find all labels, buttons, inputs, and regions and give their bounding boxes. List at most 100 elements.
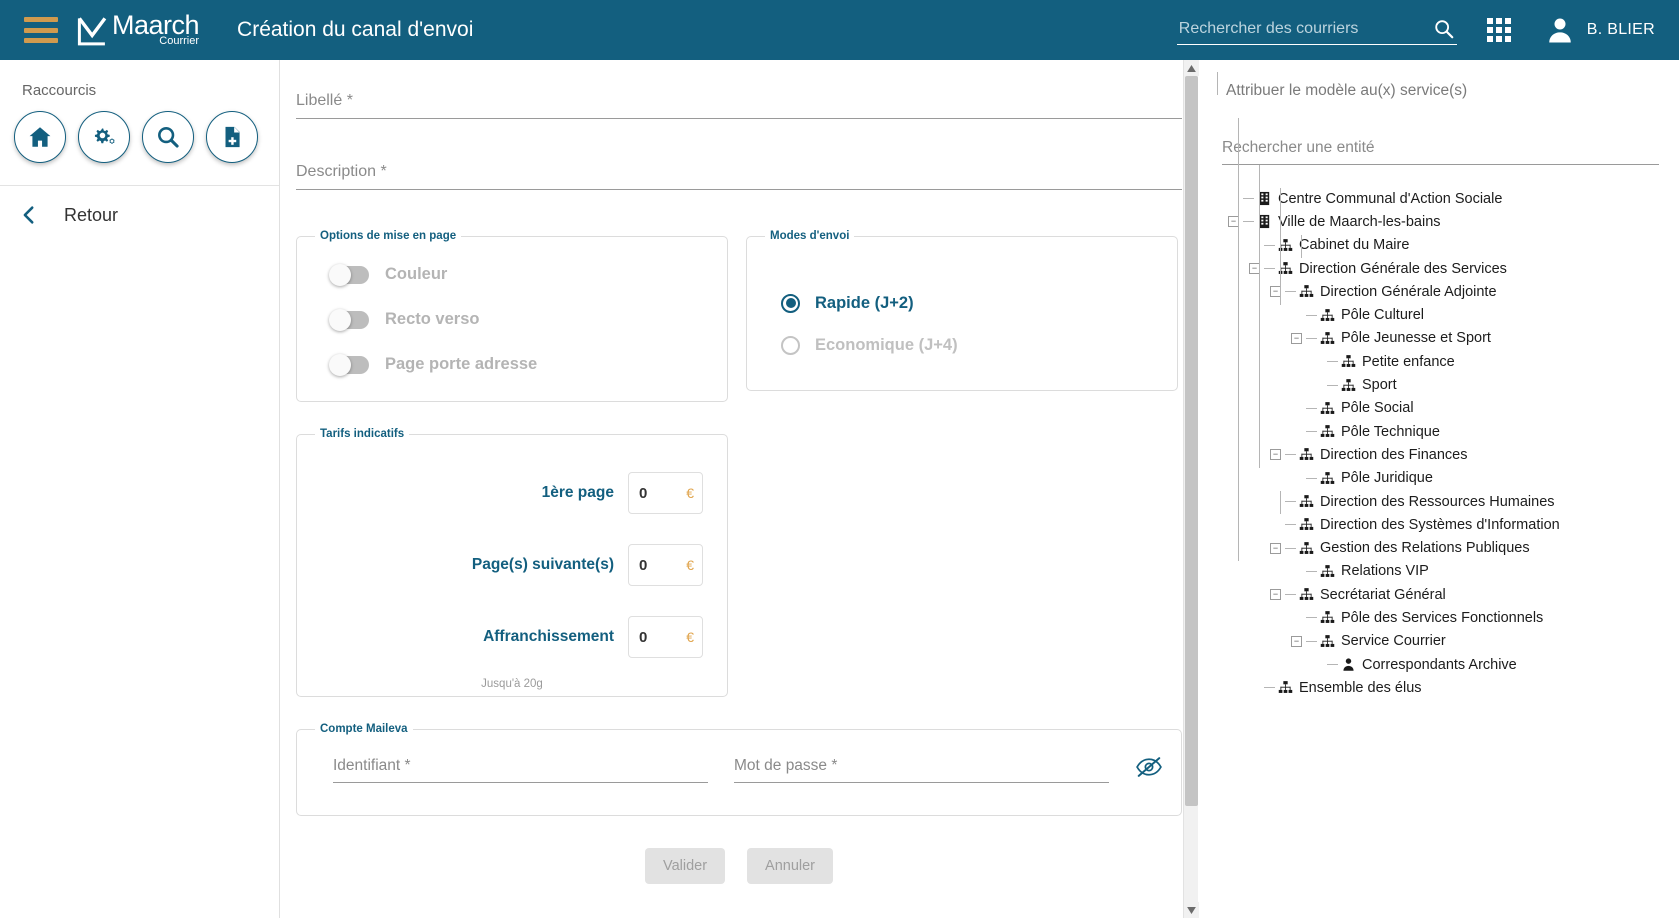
hamburger-menu-icon[interactable] <box>24 17 58 43</box>
first-page-input[interactable] <box>637 483 683 503</box>
scroll-up-arrow-icon[interactable] <box>1184 60 1199 76</box>
page-porte-adresse-toggle[interactable] <box>329 353 369 376</box>
entity-node-label: Service Courrier <box>1341 633 1446 650</box>
org-chart-icon <box>1341 354 1356 369</box>
toggle-row-couleur[interactable]: Couleur <box>311 252 713 297</box>
entity-tree-node[interactable]: − Direction Générale Adjointe <box>1214 280 1663 303</box>
libelle-input[interactable] <box>296 88 1182 119</box>
collapse-minus-icon[interactable]: − <box>1270 589 1281 601</box>
collapse-minus-icon[interactable]: − <box>1270 542 1281 554</box>
org-chart-icon <box>1320 401 1335 416</box>
postage-input[interactable] <box>637 627 683 647</box>
entity-tree-node[interactable]: Pôle Technique <box>1214 420 1663 443</box>
entity-tree-node[interactable]: Pôle des Services Fonctionnels <box>1214 606 1663 629</box>
entity-tree-node[interactable]: Ensemble des élus <box>1214 676 1663 699</box>
main-scrollbar[interactable] <box>1183 60 1199 918</box>
org-chart-icon <box>1299 517 1314 532</box>
libelle-field-wrapper <box>296 88 1182 119</box>
radio-row-rapide[interactable]: Rapide (J+2) <box>761 282 1163 324</box>
recto-verso-toggle[interactable] <box>329 308 369 331</box>
entity-tree-node[interactable]: Direction des Systèmes d'Information <box>1214 513 1663 536</box>
tree-connector <box>1285 454 1296 456</box>
tree-vertical-line <box>1301 234 1302 259</box>
entity-tree-node[interactable]: Sport <box>1214 373 1663 396</box>
org-chart-icon <box>1299 447 1314 462</box>
economique-label: Economique (J+4) <box>815 335 958 354</box>
entity-tree-node[interactable]: − Service Courrier <box>1214 630 1663 653</box>
shortcuts-list <box>0 105 279 185</box>
back-label: Retour <box>64 204 119 225</box>
entity-tree-node[interactable]: Centre Communal d'Action Sociale <box>1214 187 1663 210</box>
tarifs-note: Jusqu'à 20g <box>481 678 543 690</box>
entity-tree-node[interactable]: Correspondants Archive <box>1214 653 1663 676</box>
channel-form: Options de mise en page Couleur Recto ve… <box>280 60 1200 904</box>
entity-tree-node[interactable]: Direction des Ressources Humaines <box>1214 490 1663 513</box>
economique-radio[interactable] <box>781 335 800 355</box>
entity-tree-node[interactable]: Pôle Culturel <box>1214 303 1663 326</box>
entity-tree-node[interactable]: Pôle Social <box>1214 397 1663 420</box>
cancel-button[interactable]: Annuler <box>747 848 834 884</box>
entity-node-label: Pôle Technique <box>1341 423 1440 440</box>
next-pages-input[interactable] <box>637 555 683 575</box>
next-pages-input-wrapper[interactable]: € <box>628 544 703 586</box>
page-porte-adresse-label: Page porte adresse <box>385 355 538 373</box>
maarch-logo[interactable]: Maarch Courrier <box>76 11 200 49</box>
entity-tree-node[interactable]: Cabinet du Maire <box>1214 234 1663 257</box>
toggle-row-page-porte-adresse[interactable]: Page porte adresse <box>311 342 713 387</box>
scrollbar-thumb[interactable] <box>1185 76 1198 806</box>
entity-search-input[interactable] <box>1222 136 1659 165</box>
entity-node-label: Pôle Juridique <box>1341 470 1433 487</box>
identifiant-input[interactable] <box>333 753 708 783</box>
entity-node-label: Ensemble des élus <box>1299 679 1422 696</box>
entity-node-label: Pôle des Services Fonctionnels <box>1341 609 1544 626</box>
eye-slash-icon[interactable] <box>1135 753 1163 781</box>
send-modes-legend: Modes d'envoi <box>770 230 850 242</box>
toggle-row-recto-verso[interactable]: Recto verso <box>311 297 713 342</box>
description-input[interactable] <box>296 159 1182 190</box>
toggle-knob <box>329 308 351 331</box>
shortcut-new-document[interactable] <box>206 111 258 163</box>
shortcut-search[interactable] <box>142 111 194 163</box>
first-page-input-wrapper[interactable]: € <box>628 472 703 514</box>
maarch-checkmark-icon <box>77 16 107 45</box>
collapse-minus-icon[interactable]: − <box>1270 449 1281 461</box>
next-pages-label: Page(s) suivante(s) <box>471 556 614 573</box>
radio-row-economique[interactable]: Economique (J+4) <box>761 324 1163 366</box>
collapse-minus-icon[interactable]: − <box>1291 332 1302 344</box>
scroll-down-arrow-icon[interactable] <box>1184 902 1199 918</box>
entity-tree-node[interactable]: − Direction Générale des Services <box>1214 257 1663 280</box>
entity-tree-node[interactable]: − Gestion des Relations Publiques <box>1214 536 1663 559</box>
tree-connector <box>1285 291 1296 293</box>
user-menu[interactable]: B. BLIER <box>1545 15 1655 45</box>
validate-button[interactable]: Valider <box>644 848 726 884</box>
top-bar-actions: B. BLIER <box>1176 15 1679 45</box>
euro-symbol-icon: € <box>686 485 694 501</box>
entity-node-label: Pôle Social <box>1341 400 1414 417</box>
collapse-minus-icon[interactable]: − <box>1291 635 1302 647</box>
entities-panel-title: Attribuer le modèle au(x) service(s) <box>1226 82 1468 99</box>
back-button[interactable]: Retour <box>0 186 279 244</box>
password-input[interactable] <box>734 753 1109 783</box>
entity-tree-node[interactable]: − Pôle Jeunesse et Sport <box>1214 327 1663 350</box>
rapide-radio[interactable] <box>781 293 800 313</box>
postage-input-wrapper[interactable]: € <box>628 616 703 658</box>
search-icon[interactable] <box>1433 18 1455 40</box>
search-input[interactable] <box>1176 15 1457 45</box>
entity-tree-node[interactable]: Relations VIP <box>1214 560 1663 583</box>
entity-node-label: Direction Générale Adjointe <box>1320 283 1497 300</box>
entity-node-label: Direction des Finances <box>1320 446 1468 463</box>
tree-connector <box>1306 570 1317 572</box>
apps-grid-icon[interactable] <box>1486 18 1511 42</box>
tree-connector <box>1306 314 1317 316</box>
tree-vertical-line <box>1238 118 1239 561</box>
shortcut-administration[interactable] <box>78 111 130 163</box>
couleur-toggle[interactable] <box>329 263 369 286</box>
entity-tree-node[interactable]: Petite enfance <box>1214 350 1663 373</box>
entity-tree-node[interactable]: − Direction des Finances <box>1214 443 1663 466</box>
entity-tree-node[interactable]: Pôle Juridique <box>1214 467 1663 490</box>
toggle-knob <box>329 263 351 286</box>
entity-tree-node[interactable]: − Secrétariat Général <box>1214 583 1663 606</box>
tree-connector <box>1306 640 1317 642</box>
shortcut-home[interactable] <box>14 111 66 163</box>
entity-tree-node[interactable]: − Ville de Maarch-les-bains <box>1214 210 1663 233</box>
